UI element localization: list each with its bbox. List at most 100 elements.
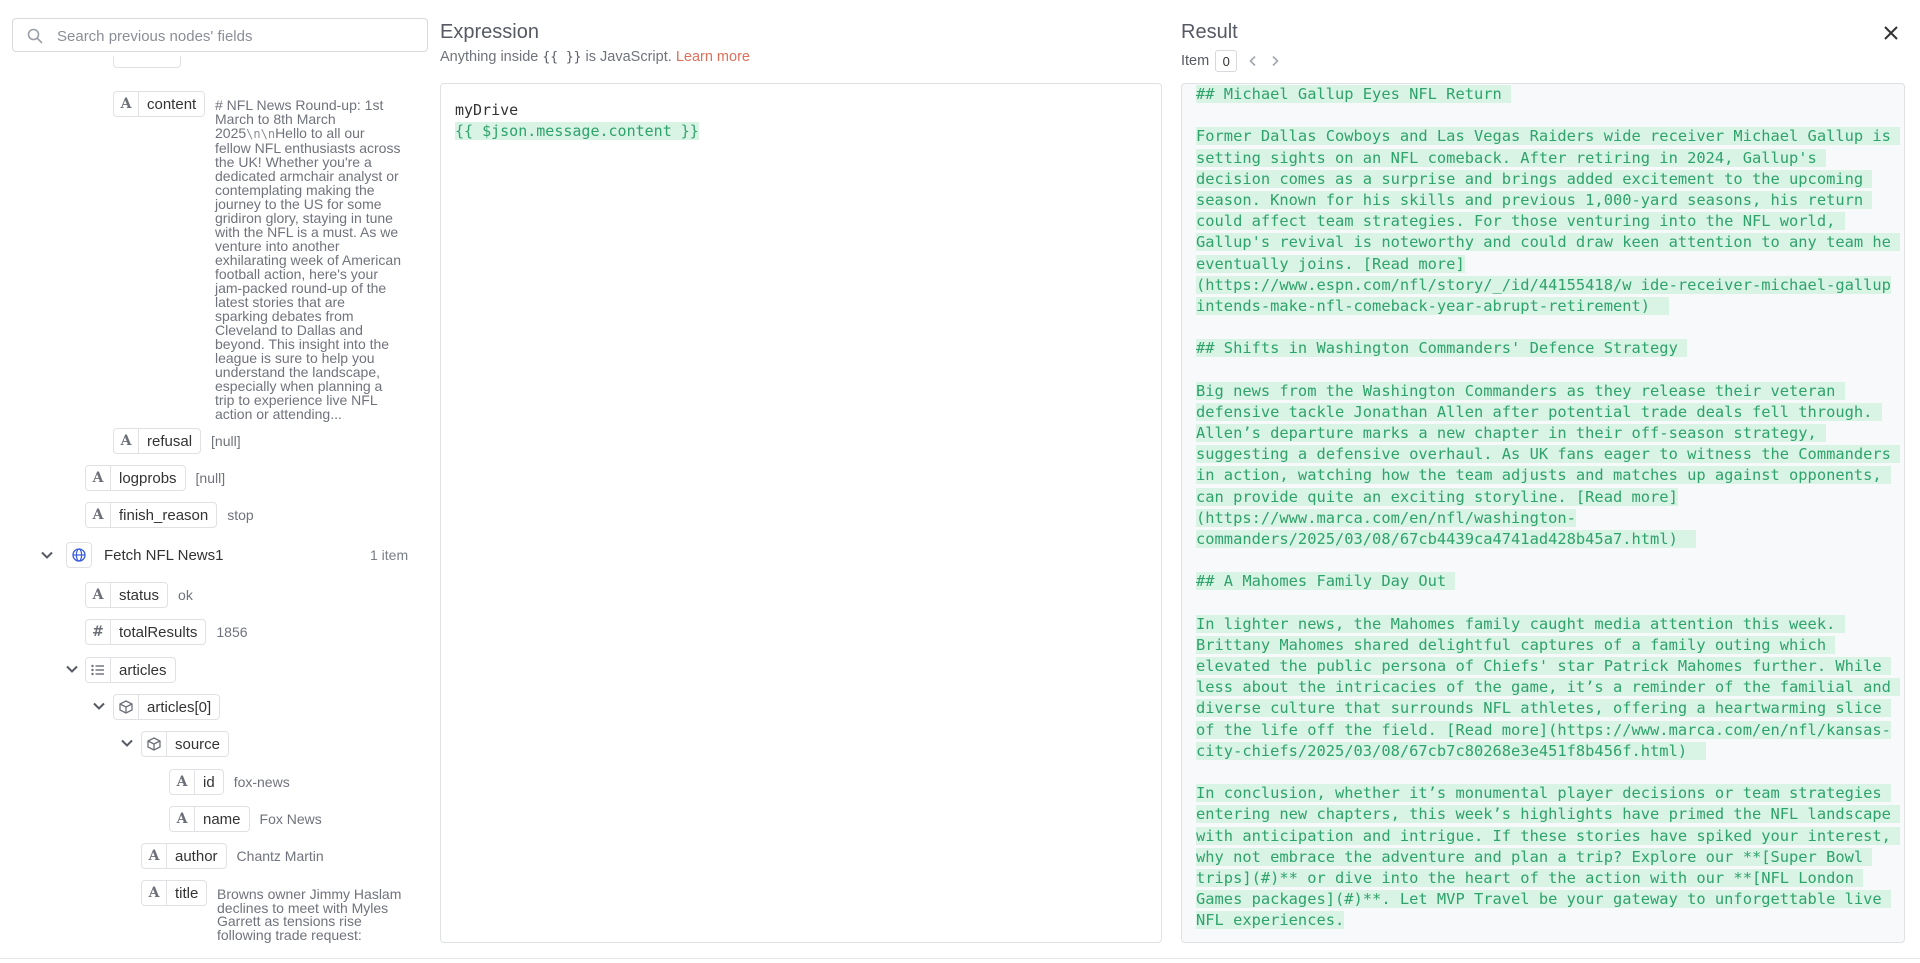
tree-item-totalresults[interactable]: # totalResults 1856 (85, 619, 248, 645)
result-line (1196, 593, 1896, 614)
tree-item-articles-0[interactable]: articles[0] (113, 694, 221, 720)
result-output[interactable]: ## Michael Gallup Eyes NFL Return Former… (1181, 83, 1905, 943)
editor-line-2-expression: {{ $json.message.content }} (455, 122, 699, 140)
field-tag[interactable]: A id (169, 769, 224, 795)
highlighted-text: suggesting a defensive overhaul. As UK f… (1196, 445, 1901, 464)
expression-title: Expression (440, 21, 539, 43)
result-line: could affect team strategies. For those … (1196, 211, 1896, 232)
result-line: in action, watching how the team adjusts… (1196, 465, 1896, 486)
field-tag[interactable]: A finish_reason (85, 502, 218, 528)
highlighted-text: In conclusion, whether it’s monumental p… (1196, 784, 1891, 803)
tree-item-source[interactable]: source (141, 731, 230, 757)
tree-item-articles[interactable]: articles (85, 657, 176, 683)
item-index-input[interactable]: 0 (1215, 50, 1238, 72)
close-icon[interactable] (1881, 23, 1901, 43)
value-line: Cleveland to Dallas and (215, 322, 363, 338)
result-line (1196, 359, 1896, 380)
highlighted-text: Gallup's revival is noteworthy and could… (1196, 233, 1901, 252)
field-label: source (175, 735, 221, 753)
result-text: ## Michael Gallup Eyes NFL Return Former… (1196, 84, 1901, 932)
field-tag[interactable]: A author (141, 843, 227, 869)
highlighted-text: Former Dallas Cowboys and Las Vegas Raid… (1196, 127, 1901, 146)
search-box[interactable] (12, 18, 428, 52)
result-line: trips](#)** or dive into the heart of th… (1196, 868, 1896, 889)
tree-item-name[interactable]: A name Fox News (169, 806, 322, 832)
expression-editor[interactable]: myDrive {{ $json.message.content }} (440, 83, 1162, 943)
tree-node-fetch-nfl-news1[interactable]: Fetch NFL News1 (66, 542, 223, 568)
tree-item-partial[interactable] (113, 56, 181, 68)
result-line: entering new chapters, this week’s highl… (1196, 804, 1901, 825)
string-type-icon: A (170, 770, 195, 794)
field-tag[interactable]: A logprobs (85, 465, 186, 491)
tree-item-id[interactable]: A id fox-news (169, 769, 290, 795)
chevron-down-icon[interactable] (92, 699, 106, 713)
field-tag[interactable]: # totalResults (85, 619, 207, 645)
value-line: the UK! Whether you're a (215, 154, 372, 170)
highlighted-text: of the life off the field. [Read more](h… (1196, 720, 1891, 739)
result-line (1196, 762, 1896, 783)
result-line: (https://www.espn.com/nfl/story/_/id/441… (1196, 275, 1896, 315)
highlighted-text: in action, watching how the team adjusts… (1196, 466, 1891, 485)
value-line: following trade request: (217, 926, 362, 943)
tree-item-status[interactable]: A status ok (85, 582, 193, 608)
value-line: trip to experience live NFL (215, 392, 378, 408)
string-type-icon: A (170, 807, 195, 831)
field-tag[interactable]: A name (169, 806, 250, 832)
chevron-right-icon[interactable] (1269, 55, 1281, 67)
field-value: Chantz Martin (236, 848, 324, 864)
field-value: [null] (211, 433, 241, 449)
string-type-icon: A (114, 429, 139, 453)
expression-hint: Anything inside {{ }} is JavaScript. Lea… (440, 49, 750, 65)
field-tag[interactable]: A status (85, 582, 169, 608)
expression-panel: Expression Anything inside {{ }} is Java… (432, 0, 1167, 963)
item-selector: Item 0 (1181, 50, 1281, 72)
field-tag[interactable]: A refusal (113, 428, 202, 454)
tree-item-finish-reason[interactable]: A finish_reason stop (85, 502, 254, 528)
value-line: latest stories that are (215, 294, 345, 310)
string-type-icon: A (86, 503, 111, 527)
value-line: league is sure to help you (215, 350, 375, 366)
field-label: id (203, 773, 215, 791)
editor-line-1: myDrive (455, 101, 519, 119)
schema-tree: A content # NFL News Round-up: 1st March … (0, 56, 432, 956)
value-line: sparking debates from (215, 308, 354, 324)
value-line: 2025\n\nHello to all our (215, 125, 365, 141)
field-tag[interactable]: articles[0] (113, 694, 221, 720)
result-line: Former Dallas Cowboys and Las Vegas Raid… (1196, 126, 1901, 147)
value-line: exhilarating week of American (215, 252, 401, 268)
highlighted-text: can provide quite an exciting storyline.… (1196, 487, 1678, 506)
highlighted-text: Big news from the Washington Commanders … (1196, 381, 1845, 400)
value-line: # NFL News Round-up: 1st (215, 97, 384, 113)
highlighted-text: ## Michael Gallup Eyes NFL Return (1196, 85, 1512, 103)
field-tag[interactable]: source (141, 731, 230, 757)
result-line: of the life off the field. [Read more](h… (1196, 720, 1896, 741)
field-value: stop (227, 507, 254, 523)
value-line: understand the landscape, (215, 364, 381, 380)
chevron-left-icon[interactable] (1247, 55, 1259, 67)
field-tag[interactable]: A title (141, 880, 208, 906)
tree-item-content[interactable]: A content (113, 91, 206, 117)
result-line (1196, 317, 1896, 338)
tree-item-title[interactable]: A title (141, 880, 208, 906)
tree-item-author[interactable]: A author Chantz Martin (141, 843, 324, 869)
result-line: suggesting a defensive overhaul. As UK f… (1196, 444, 1901, 465)
result-line: NFL experiences. (1196, 910, 1896, 931)
learn-more-link[interactable]: Learn more (676, 49, 750, 65)
chevron-down-icon[interactable] (120, 736, 134, 750)
field-label: status (119, 586, 160, 604)
chevron-down-icon[interactable] (40, 548, 54, 562)
field-tag[interactable]: articles (85, 657, 176, 683)
result-line: can provide quite an exciting storyline.… (1196, 487, 1896, 508)
result-line: intends-make-nfl-comeback-year-abrupt-re… (1196, 296, 1896, 317)
search-input[interactable] (55, 25, 419, 47)
chevron-down-icon[interactable] (65, 662, 79, 676)
field-label: totalResults (119, 623, 198, 641)
value-line: with the NFL is a must. As we (215, 224, 399, 240)
tree-item-logprobs[interactable]: A logprobs [null] (85, 465, 225, 491)
result-line: (https://www.marca.com/en/nfl/washington… (1196, 508, 1896, 529)
field-tag[interactable]: A content (113, 91, 206, 117)
highlighted-text: why not embrace the adventure and plan a… (1196, 847, 1873, 866)
value-line: contemplating making the (215, 182, 375, 198)
tree-item-refusal[interactable]: A refusal [null] (113, 428, 241, 454)
item-label: Item (1181, 53, 1210, 69)
